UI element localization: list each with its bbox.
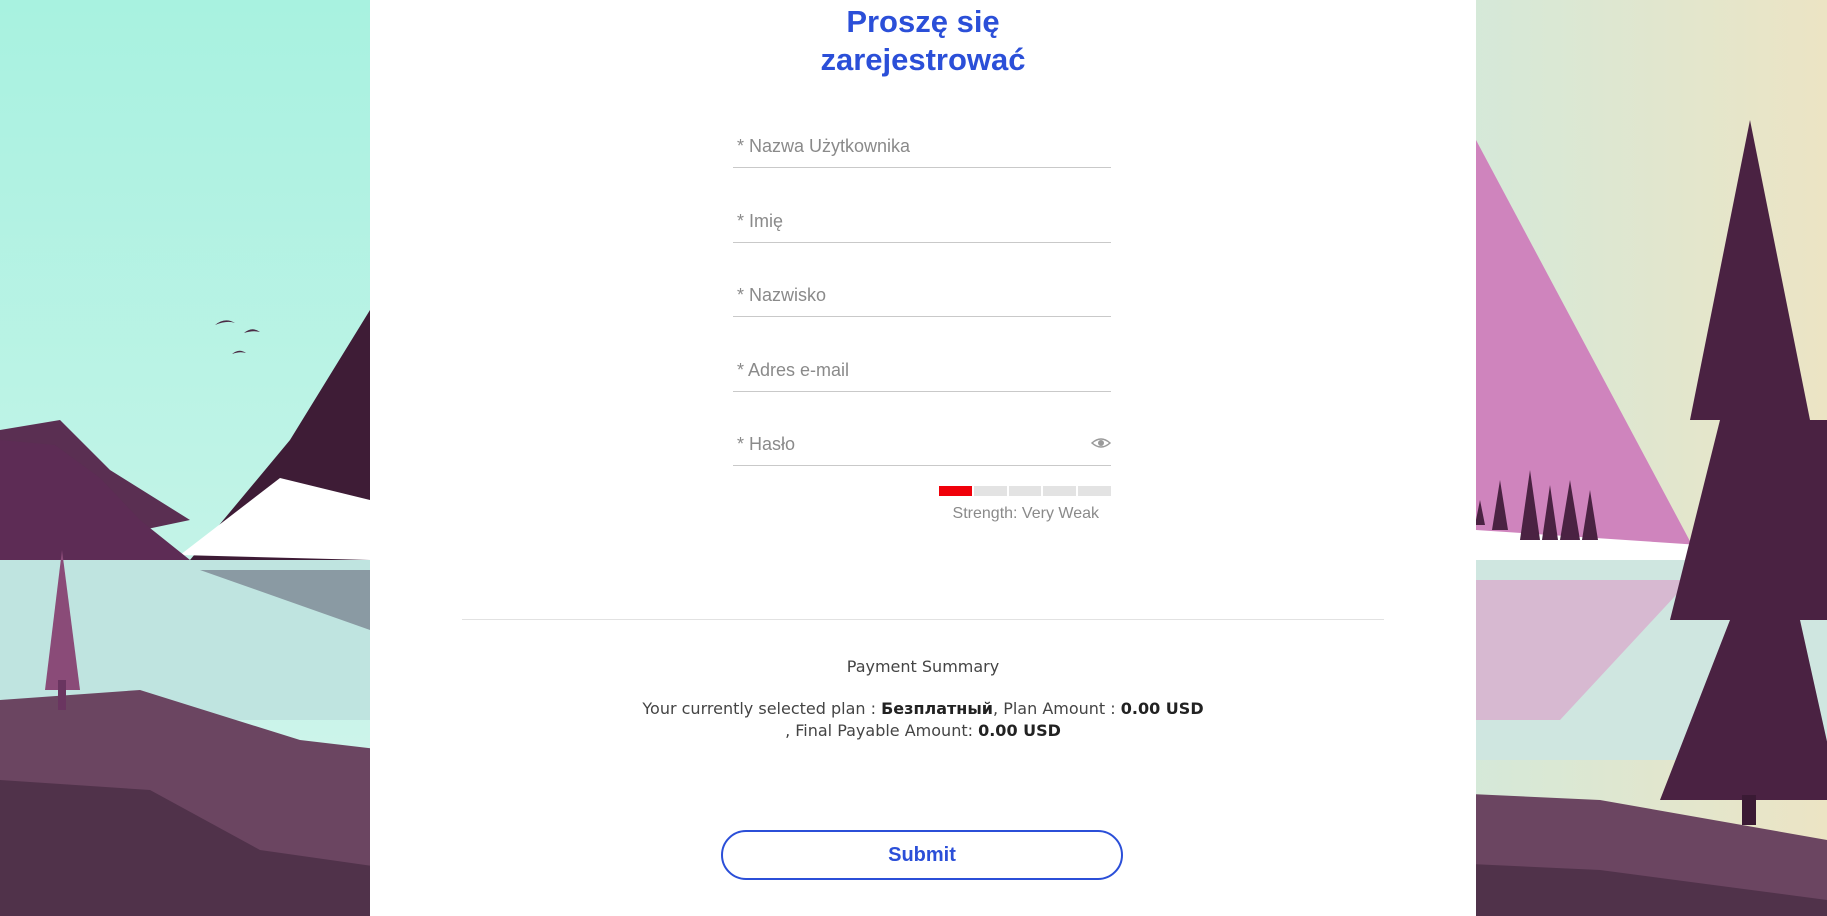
- strength-segment: [973, 486, 1007, 496]
- section-divider: [462, 619, 1384, 620]
- email-input[interactable]: [733, 351, 1111, 389]
- password-strength-label: Strength: Very Weak: [952, 505, 1099, 522]
- first-name-field: [733, 202, 1111, 243]
- title-line-2: zarejestrować: [820, 42, 1026, 77]
- strength-segment: [939, 486, 972, 496]
- plan-name: Безплатный: [881, 699, 994, 718]
- strength-segment: [1043, 486, 1077, 496]
- strength-segment: [1078, 486, 1111, 496]
- registration-page: Proszę się zarejestrować Strength: Very …: [0, 0, 1827, 916]
- submit-button[interactable]: Submit: [721, 830, 1123, 880]
- strength-segment: [1008, 486, 1042, 496]
- plan-amount: 0.00 USD: [1120, 699, 1204, 718]
- final-amount: 0.00 USD: [978, 721, 1061, 740]
- final-amount-prefix: , Final Payable Amount:: [785, 721, 979, 740]
- password-strength-meter: [939, 486, 1111, 496]
- page-title: Proszę się zarejestrować: [370, 3, 1476, 79]
- first-name-input[interactable]: [733, 202, 1111, 240]
- eye-icon[interactable]: [1090, 435, 1112, 451]
- final-amount-line: , Final Payable Amount: 0.00 USD: [370, 721, 1476, 740]
- plan-prefix: Your currently selected plan :: [642, 699, 882, 718]
- title-line-1: Proszę się: [846, 4, 1000, 39]
- email-field: [733, 351, 1111, 392]
- password-input[interactable]: [733, 425, 1111, 463]
- plan-amount-prefix: , Plan Amount :: [993, 699, 1121, 718]
- username-input[interactable]: [733, 127, 1111, 165]
- last-name-input[interactable]: [733, 276, 1111, 314]
- password-field: [733, 425, 1112, 466]
- last-name-field: [733, 276, 1111, 317]
- username-field: [733, 127, 1111, 168]
- payment-summary-title: Payment Summary: [846, 657, 1000, 676]
- selected-plan-line: Your currently selected plan : Безплатны…: [370, 699, 1476, 718]
